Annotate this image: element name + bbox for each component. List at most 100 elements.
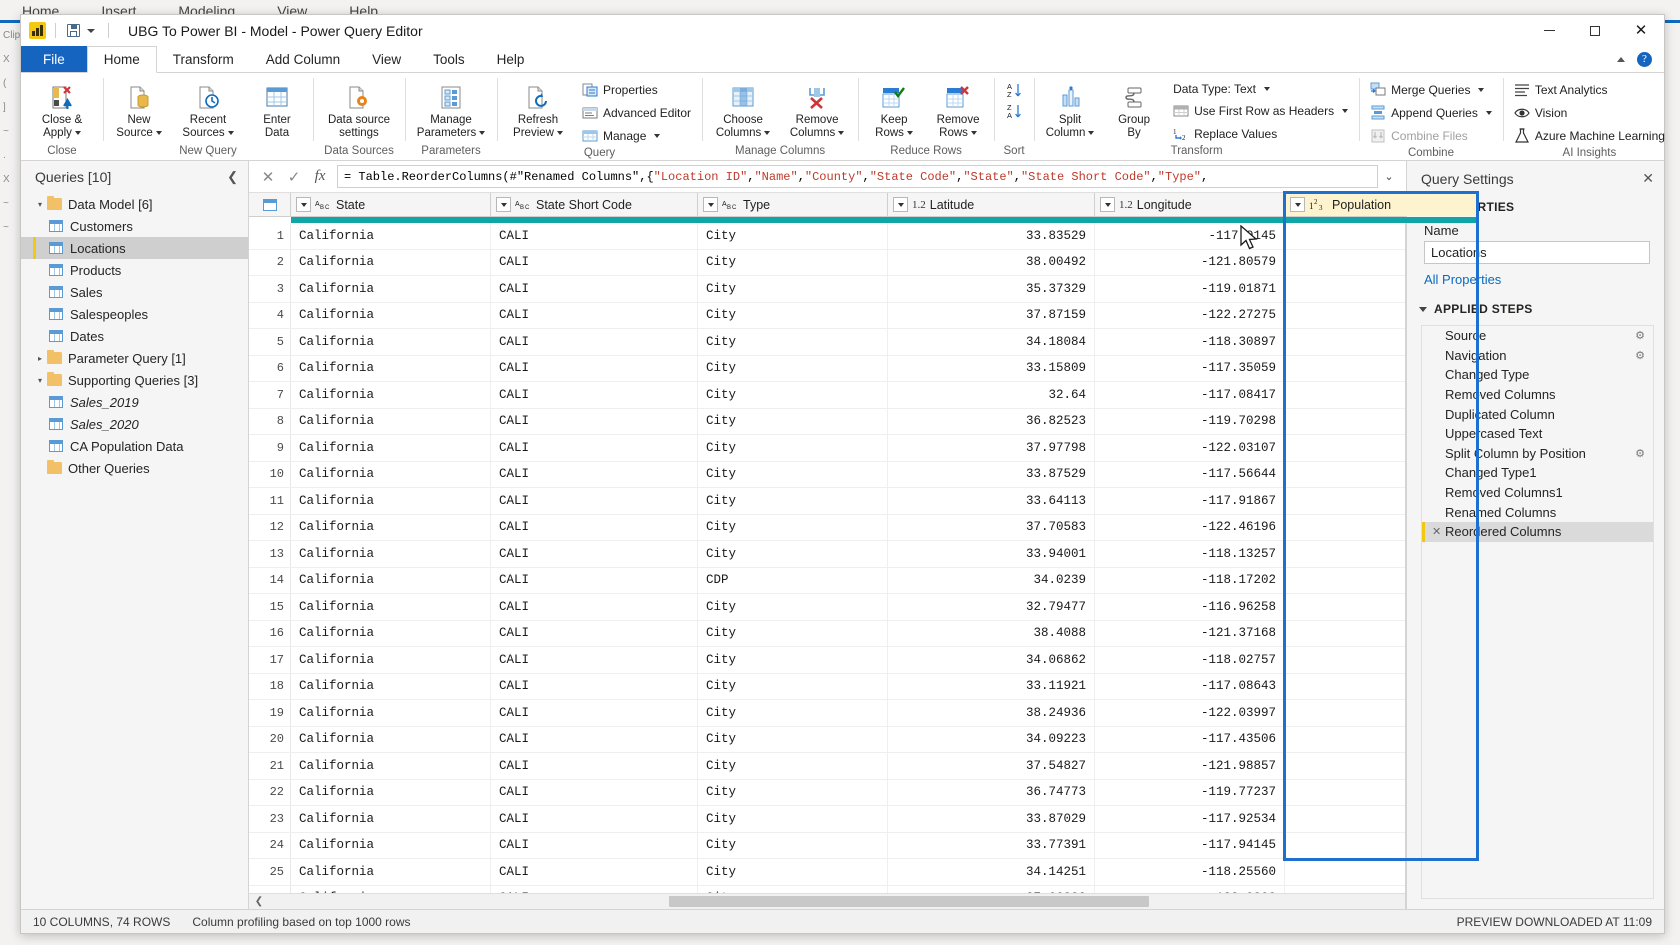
query-item-customers[interactable]: Customers [21,215,248,237]
cell-latitude[interactable]: 38.24936 [888,700,1095,726]
column-header-state[interactable]: ABC State [291,193,491,216]
cell-population[interactable]: 103679 [1285,594,1405,620]
table-row[interactable]: 20CaliforniaCALICity34.09223-117.4350620… [249,726,1405,753]
table-row[interactable]: 26CaliforniaCALICity37.66882-122.0808158… [249,885,1405,893]
cell-population[interactable]: 232206 [1285,753,1405,779]
expand-arrow-icon[interactable]: ▾ [33,200,47,209]
cell-population[interactable]: 373640 [1285,276,1405,302]
column-header-longitude[interactable]: 1.2 Longitude [1095,193,1285,216]
cell-type[interactable]: City [698,647,888,673]
cell-state-short-code[interactable]: CALI [491,753,698,779]
enter-data-button[interactable]: Enter Data [246,76,308,145]
refresh-preview-button[interactable]: Refresh Preview [502,76,574,145]
query-item-supporting-queries-3[interactable]: ▾ Supporting Queries [3] [21,369,248,391]
cell-state[interactable]: California [291,541,491,567]
minimize-icon[interactable] [1526,15,1572,46]
cell-latitude[interactable]: 33.15809 [888,355,1095,381]
table-row[interactable]: 10CaliforniaCALICity33.87529-117.5664416… [249,461,1405,488]
all-properties-link[interactable]: All Properties [1407,264,1664,297]
table-row[interactable]: 2CaliforniaCALICity38.00492-121.80579110… [249,249,1405,276]
cell-longitude[interactable]: -116.96258 [1095,594,1285,620]
cell-latitude[interactable]: 37.66882 [888,885,1095,893]
cell-type[interactable]: City [698,541,888,567]
cell-longitude[interactable]: -117.9145 [1095,223,1285,249]
properties-button[interactable]: Properties [576,79,697,101]
keep-rows-button[interactable]: Keep Rows [863,76,925,145]
query-name-input[interactable]: Locations [1424,241,1650,264]
cell-longitude[interactable]: -122.27275 [1095,302,1285,328]
table-row[interactable]: 17CaliforniaCALICity34.06862-118.0275711… [249,647,1405,674]
cell-latitude[interactable]: 38.00492 [888,249,1095,275]
query-item-sales-2020[interactable]: Sales_2020 [21,413,248,435]
cell-state[interactable]: California [291,726,491,752]
cell-latitude[interactable]: 38.4088 [888,620,1095,646]
cell-population[interactable]: 166913 [1285,621,1405,647]
advanced-editor-button[interactable]: Advanced Editor [576,102,697,124]
cell-population[interactable]: 201020 [1285,859,1405,885]
formula-input[interactable]: = Table.ReorderColumns(#"Renamed Columns… [337,165,1378,188]
cell-type[interactable]: City [698,249,888,275]
cell-population[interactable]: 104180 [1285,409,1405,435]
filter-dropdown-icon[interactable] [1290,197,1305,212]
cell-state-short-code[interactable]: CALI [491,461,698,487]
cell-state[interactable]: California [291,276,491,302]
cell-state-short-code[interactable]: CALI [491,859,698,885]
column-header-population[interactable]: 123 Population [1285,193,1477,216]
cell-population[interactable]: 127610 [1285,568,1405,594]
cell-state-short-code[interactable]: CALI [491,435,698,461]
cell-longitude[interactable]: -122.03997 [1095,700,1285,726]
checkmark-icon[interactable]: ✓ [281,164,307,190]
cell-latitude[interactable]: 33.77391 [888,832,1095,858]
cell-latitude[interactable]: 37.97798 [888,435,1095,461]
cell-latitude[interactable]: 33.83529 [888,223,1095,249]
scroll-left-icon[interactable]: ❮ [249,896,269,907]
cell-longitude[interactable]: -117.92534 [1095,806,1285,832]
cell-type[interactable]: City [698,832,888,858]
cell-longitude[interactable]: -118.02757 [1095,647,1285,673]
table-row[interactable]: 1CaliforniaCALICity33.83529-117.91453507… [249,223,1405,250]
cell-population[interactable]: 106562 [1285,515,1405,541]
cell-type[interactable]: City [698,435,888,461]
cell-state-short-code[interactable]: CALI [491,382,698,408]
filter-dropdown-icon[interactable] [1100,197,1115,212]
table-row[interactable]: 22CaliforniaCALICity36.74773-119.7723752… [249,779,1405,806]
cell-longitude[interactable]: -121.80579 [1095,249,1285,275]
cell-state[interactable]: California [291,753,491,779]
cell-type[interactable]: City [698,461,888,487]
cell-longitude[interactable]: -119.70298 [1095,408,1285,434]
cell-population[interactable]: 140847 [1285,806,1405,832]
select-all-icon[interactable] [249,193,291,216]
cell-latitude[interactable]: 34.14251 [888,859,1095,885]
cell-state[interactable]: California [291,382,491,408]
cell-state[interactable]: California [291,223,491,249]
cell-type[interactable]: City [698,382,888,408]
cell-state-short-code[interactable]: CALI [491,276,698,302]
query-item-sales-2019[interactable]: Sales_2019 [21,391,248,413]
combine-files-button[interactable]: Combine Files [1364,125,1498,147]
applied-step-changed-type1[interactable]: Changed Type1 [1422,463,1653,483]
table-row[interactable]: 9CaliforniaCALICity37.97798-122.03107128… [249,435,1405,462]
delete-step-icon[interactable]: ✕ [1432,525,1445,538]
cell-population[interactable]: 175393 [1285,833,1405,859]
cell-population[interactable]: 105319 [1285,329,1405,355]
cell-state-short-code[interactable]: CALI [491,779,698,805]
filter-dropdown-icon[interactable] [703,197,718,212]
cell-latitude[interactable]: 37.70583 [888,514,1095,540]
chevron-up-icon[interactable] [1617,56,1625,62]
maximize-icon[interactable] [1572,15,1618,46]
cell-state[interactable]: California [291,249,491,275]
save-icon[interactable] [65,22,82,39]
cell-type[interactable]: City [698,408,888,434]
table-row[interactable]: 3CaliforniaCALICity35.37329-119.01871373… [249,276,1405,303]
cell-latitude[interactable]: 35.37329 [888,276,1095,302]
tab-file[interactable]: File [21,46,87,72]
cell-population[interactable]: 113204 [1285,488,1405,514]
cell-state[interactable]: California [291,806,491,832]
cell-longitude[interactable]: -118.17202 [1095,567,1285,593]
table-row[interactable]: 11CaliforniaCALICity33.64113-117.9186711… [249,488,1405,515]
cell-longitude[interactable]: -121.98857 [1095,753,1285,779]
table-row[interactable]: 24CaliforniaCALICity33.77391-117.9414517… [249,832,1405,859]
cell-state[interactable]: California [291,435,491,461]
cell-type[interactable]: City [698,620,888,646]
cell-longitude[interactable]: -118.30897 [1095,329,1285,355]
